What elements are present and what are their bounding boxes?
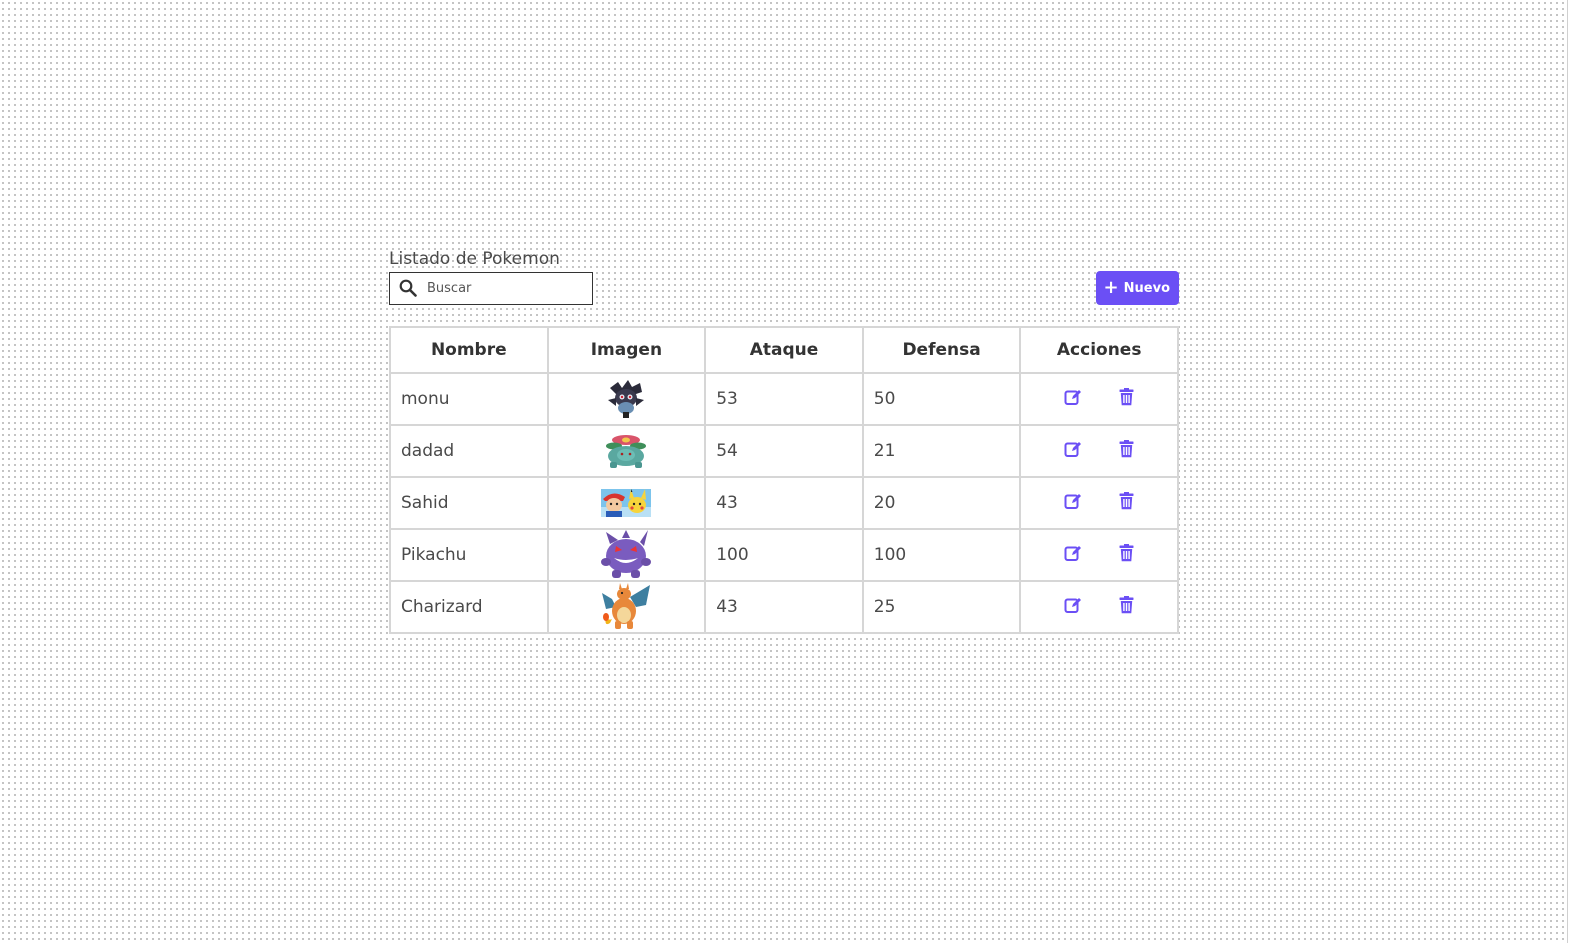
- edit-icon[interactable]: [1064, 440, 1082, 463]
- cell-name: Charizard: [389, 580, 549, 634]
- edit-icon[interactable]: [1064, 596, 1082, 619]
- table-row: Charizard 43 25: [389, 580, 1179, 634]
- cell-attack: 43: [704, 476, 864, 530]
- edit-icon[interactable]: [1064, 492, 1082, 515]
- table-row: Pikachu 100 100: [389, 528, 1179, 582]
- trash-icon[interactable]: [1119, 387, 1134, 411]
- dark-spiky-pokemon-image: [608, 380, 645, 418]
- cell-attack: 53: [704, 372, 864, 426]
- cell-name: Pikachu: [389, 528, 549, 582]
- trash-icon[interactable]: [1119, 439, 1134, 463]
- table-row: Sahid 43 20: [389, 476, 1179, 530]
- edit-icon[interactable]: [1064, 388, 1082, 411]
- column-header-ataque[interactable]: Ataque: [704, 326, 864, 374]
- new-button[interactable]: + Nuevo: [1095, 271, 1179, 305]
- column-header-imagen[interactable]: Imagen: [546, 326, 707, 374]
- cell-defense: 100: [861, 528, 1022, 582]
- trash-icon[interactable]: [1119, 491, 1134, 515]
- table-row: monu 53 50: [389, 372, 1179, 426]
- ash-and-pikachu-image: [601, 489, 652, 517]
- table-header-row: Nombre Imagen Ataque Defensa Acciones: [389, 326, 1179, 374]
- pokemon-table: Nombre Imagen Ataque Defensa Acciones mo…: [389, 326, 1179, 634]
- cell-actions: [1019, 424, 1179, 478]
- cell-defense: 20: [861, 476, 1022, 530]
- cell-defense: 50: [861, 372, 1022, 426]
- cell-name: monu: [389, 372, 549, 426]
- cell-attack: 54: [704, 424, 864, 478]
- cell-attack: 43: [704, 580, 864, 634]
- charizard-image: [602, 583, 651, 629]
- cell-actions: [1019, 476, 1179, 530]
- column-header-acciones: Acciones: [1019, 326, 1179, 374]
- gengar-image: [601, 530, 652, 578]
- cell-name: dadad: [389, 424, 549, 478]
- cell-defense: 25: [861, 580, 1022, 634]
- new-button-label: Nuevo: [1123, 280, 1170, 296]
- search-box[interactable]: [389, 271, 593, 305]
- column-header-defensa[interactable]: Defensa: [861, 326, 1022, 374]
- trash-icon[interactable]: [1119, 595, 1134, 619]
- page-title: Listado de Pokemon: [389, 249, 560, 269]
- search-input[interactable]: [425, 279, 579, 297]
- cell-actions: [1019, 580, 1179, 634]
- cell-attack: 100: [704, 528, 864, 582]
- cell-actions: [1019, 372, 1179, 426]
- venusaur-image: [606, 435, 647, 468]
- cell-defense: 21: [861, 424, 1022, 478]
- column-header-nombre[interactable]: Nombre: [389, 326, 549, 374]
- trash-icon[interactable]: [1119, 543, 1134, 567]
- pokemon-list-panel: Listado de Pokemon + Nuevo Nombre Imagen…: [389, 248, 1180, 634]
- plus-icon: +: [1103, 277, 1119, 298]
- table-row: dadad 54 21: [389, 424, 1179, 478]
- cell-actions: [1019, 528, 1179, 582]
- toolbar: + Nuevo: [389, 270, 1180, 306]
- page-scrollbar[interactable]: [1567, 0, 1586, 943]
- cell-name: Sahid: [389, 476, 549, 530]
- search-icon: [399, 279, 417, 297]
- edit-icon[interactable]: [1064, 544, 1082, 567]
